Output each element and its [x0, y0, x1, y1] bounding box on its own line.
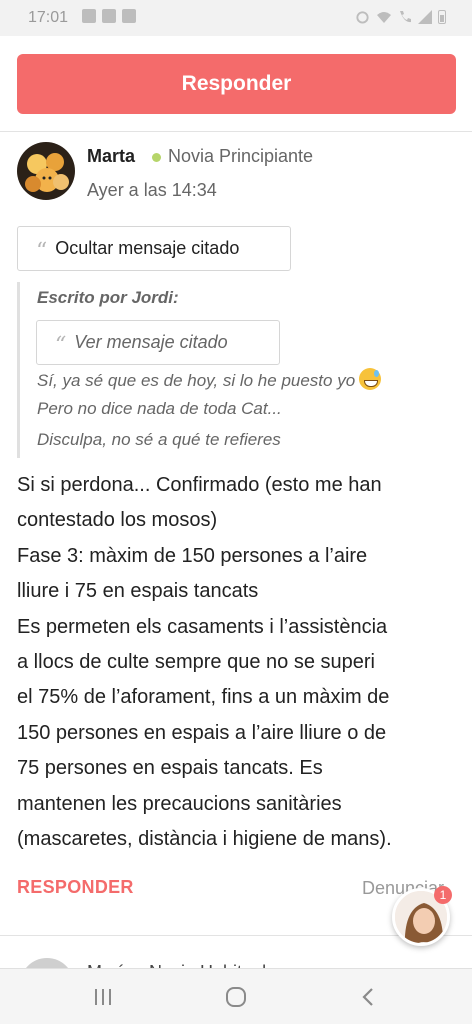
- body-line: mantenen les precaucions sanitàries: [17, 792, 342, 815]
- quote-icon: “: [55, 332, 67, 358]
- recent-apps-button[interactable]: [89, 983, 117, 1011]
- body-line: Es permeten els casaments i l’assistènci…: [17, 615, 388, 638]
- back-button[interactable]: [354, 983, 382, 1011]
- respond-button[interactable]: Responder: [17, 54, 456, 114]
- system-nav-bar: [0, 968, 472, 1024]
- quote-icon: “: [36, 238, 48, 264]
- body-line: a llocs de culte sempre que no se superi: [17, 651, 375, 674]
- author-rank: Novia Principiante: [168, 146, 314, 166]
- online-status-icon: [152, 153, 161, 162]
- body-line: (mascaretes, distància i higiene de mans…: [17, 828, 392, 851]
- quote-line: Sí, ya sé que es de hoy, si lo he puesto…: [37, 368, 382, 391]
- battery-icon: [438, 9, 446, 24]
- body-line: 75 persones en espais tancats. Es: [17, 757, 323, 780]
- signal-icon: [418, 9, 432, 24]
- call-icon: [400, 10, 411, 22]
- app-screen: 17:01 Responder Marta Novia Principiante…: [0, 0, 472, 1024]
- notification-icons: [82, 9, 136, 23]
- body-line: 150 persones en espais a l’aire lliure o…: [17, 721, 387, 744]
- image-icon: [102, 9, 116, 23]
- quote-line: Disculpa, no sé a qué te refieres: [37, 430, 281, 449]
- body-line: el 75% de l’aforament, fins a un màxim d…: [17, 686, 390, 709]
- grinning-sweat-emoji-icon: [359, 368, 382, 390]
- home-button[interactable]: [222, 983, 250, 1011]
- quote-author: Escrito por Jordi:: [37, 288, 179, 307]
- wifi-icon: [377, 11, 391, 23]
- view-quote-button[interactable]: “ Ver mensaje citado: [36, 320, 280, 365]
- home-icon: [226, 987, 246, 1007]
- alarm-icon: [356, 11, 369, 24]
- hide-quote-button[interactable]: “ Ocultar mensaje citado: [17, 226, 291, 271]
- post-timestamp: Ayer a las 14:34: [87, 180, 217, 200]
- back-icon: [362, 988, 373, 1006]
- quote-line: Pero no dice nada de toda Cat...: [37, 399, 282, 418]
- avatar-illustration: [17, 142, 75, 200]
- body-line: Si si perdona... Confirmado (esto me han: [17, 474, 382, 496]
- top-bar: Responder: [0, 36, 472, 132]
- body-line: contestado los mosos): [17, 509, 218, 532]
- quoted-message: Escrito por Jordi: “ Ver mensaje citado …: [17, 282, 457, 458]
- check-icon: [122, 9, 136, 23]
- view-quote-label: Ver mensaje citado: [74, 332, 228, 352]
- body-line: Fase 3: màxim de 150 persones a l’aire: [17, 544, 368, 567]
- post-body: Si si perdona... Confirmado (esto me han…: [17, 468, 457, 857]
- notification-badge: 1: [434, 886, 452, 904]
- recent-apps-icon: [95, 989, 111, 1005]
- status-bar: 17:01: [0, 0, 472, 36]
- avatar[interactable]: [17, 142, 75, 200]
- body-line: lliure i 75 en espais tancats: [17, 580, 259, 603]
- bag-icon: [82, 9, 96, 23]
- system-icons: [355, 9, 446, 24]
- hide-quote-label: Ocultar mensaje citado: [55, 238, 240, 258]
- author-name[interactable]: Marta: [87, 146, 135, 167]
- status-time: 17:01: [28, 9, 69, 26]
- reply-link[interactable]: RESPONDER: [17, 877, 134, 898]
